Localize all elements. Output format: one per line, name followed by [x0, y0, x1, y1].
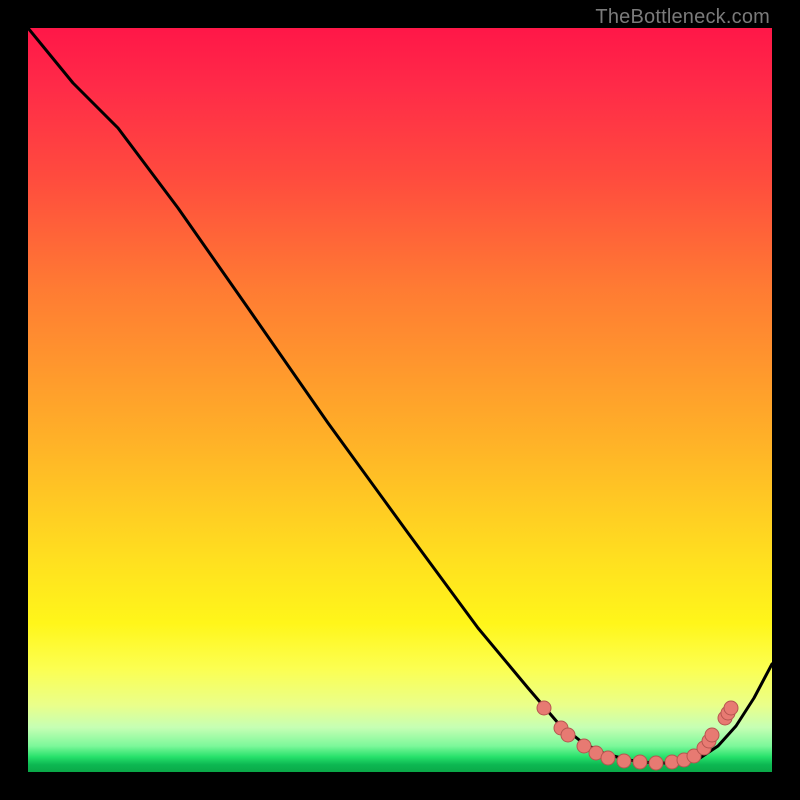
curve-marker	[601, 751, 615, 765]
curve-marker	[561, 728, 575, 742]
bottleneck-curve	[28, 28, 772, 763]
curve-marker	[537, 701, 551, 715]
attribution-text: TheBottleneck.com	[595, 6, 770, 29]
chart-stage: TheBottleneck.com	[0, 0, 800, 800]
curve-marker	[724, 701, 738, 715]
curve-marker	[705, 728, 719, 742]
plot-area	[28, 28, 772, 772]
curve-marker	[617, 754, 631, 768]
curve-marker	[649, 756, 663, 770]
curve-layer	[28, 28, 772, 772]
curve-markers	[537, 701, 738, 770]
curve-marker	[633, 755, 647, 769]
